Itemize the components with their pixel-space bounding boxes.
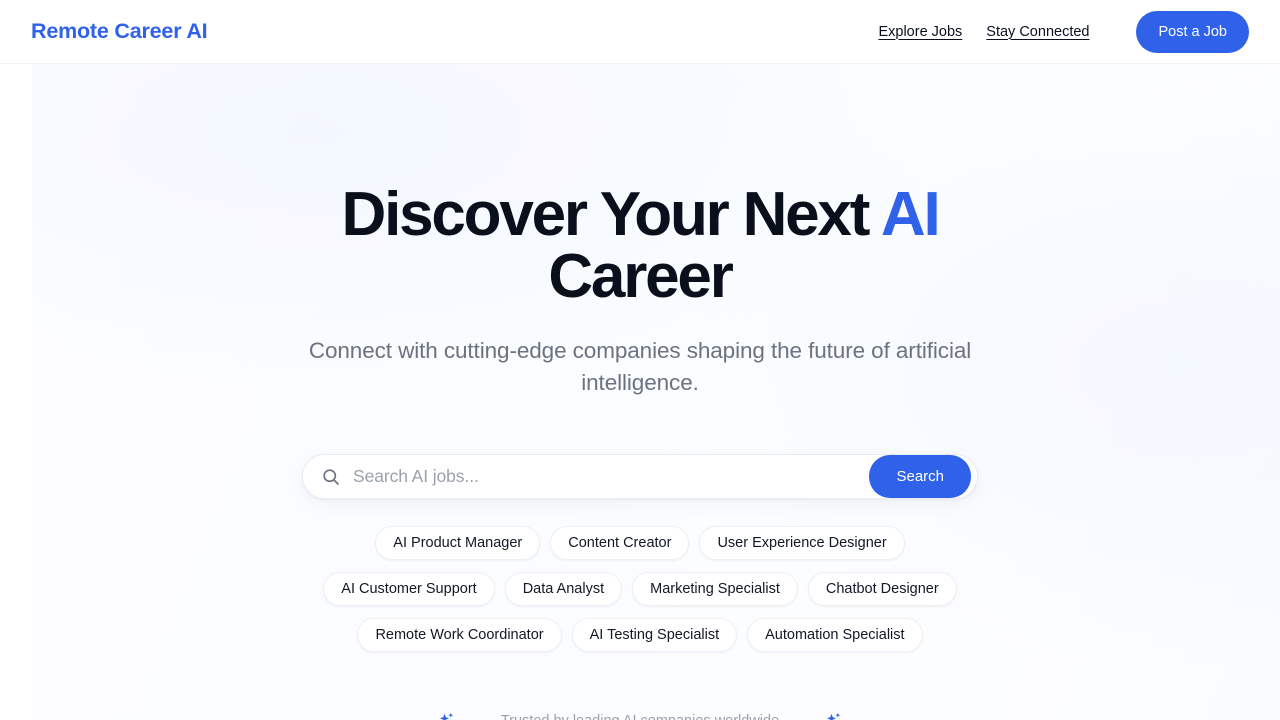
role-tag[interactable]: Data Analyst xyxy=(504,572,623,606)
role-tag[interactable]: AI Testing Specialist xyxy=(571,618,738,652)
main-navigation: Explore Jobs Stay Connected Post a Job xyxy=(878,10,1249,53)
headline-tail: Career xyxy=(548,242,733,311)
headline-lead: Discover Your Next xyxy=(341,180,881,249)
role-tag[interactable]: Marketing Specialist xyxy=(632,572,798,606)
sparkles-icon xyxy=(827,712,841,720)
post-a-job-button[interactable]: Post a Job xyxy=(1136,10,1249,53)
page-subtitle: Connect with cutting-edge companies shap… xyxy=(308,338,972,395)
trusted-strip: Trusted by leading AI companies worldwid… xyxy=(290,712,990,720)
search-button[interactable]: Search xyxy=(869,455,971,498)
role-tag[interactable]: Remote Work Coordinator xyxy=(357,618,562,652)
headline-accent: AI xyxy=(880,180,941,249)
role-tag[interactable]: Chatbot Designer xyxy=(807,572,957,606)
site-header: Remote Career AI Explore Jobs Stay Conne… xyxy=(0,0,1280,64)
role-tag[interactable]: AI Customer Support xyxy=(323,572,495,606)
search-icon xyxy=(323,468,339,485)
role-tag[interactable]: Content Creator xyxy=(550,526,690,560)
suggested-role-tags: AI Product Manager Content Creator User … xyxy=(290,526,990,652)
nav-link-stay-connected[interactable]: Stay Connected xyxy=(986,24,1089,40)
hero-section: Discover Your Next AI Career Connect wit… xyxy=(0,64,1280,720)
search-input[interactable] xyxy=(353,466,870,487)
role-tag[interactable]: AI Product Manager xyxy=(375,526,541,560)
role-tag[interactable]: Automation Specialist xyxy=(747,618,923,652)
nav-link-explore-jobs[interactable]: Explore Jobs xyxy=(878,24,962,40)
sparkles-icon xyxy=(439,712,453,720)
trusted-text: Trusted by leading AI companies worldwid… xyxy=(501,713,779,720)
page-title: Discover Your Next AI Career xyxy=(300,184,980,308)
search-bar[interactable]: Search xyxy=(302,454,978,499)
brand-logo[interactable]: Remote Career AI xyxy=(31,20,208,43)
role-tag[interactable]: User Experience Designer xyxy=(699,526,905,560)
